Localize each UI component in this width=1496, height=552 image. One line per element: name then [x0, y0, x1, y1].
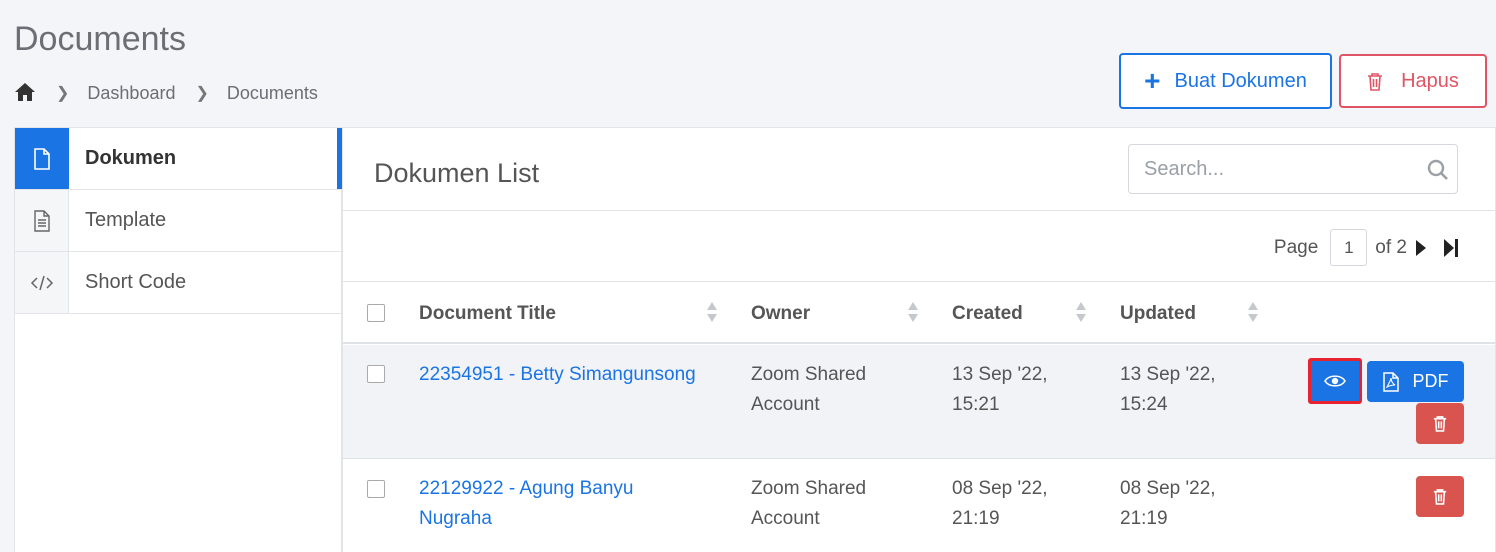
code-icon [15, 252, 69, 313]
table-header: Document Title Owner Created Updated [343, 282, 1495, 344]
sidebar-item-dokumen[interactable]: Dokumen [15, 128, 343, 190]
pdf-label: PDF [1412, 371, 1449, 391]
page-number-input[interactable]: 1 [1330, 229, 1368, 266]
created-time: 21:19 [952, 508, 1000, 529]
sort-icon[interactable] [706, 300, 718, 324]
trash-icon [1433, 416, 1447, 432]
column-header-updated[interactable]: Updated [1120, 303, 1196, 325]
create-document-button[interactable]: + Buat Dokumen [1119, 53, 1332, 109]
sort-icon[interactable] [1247, 300, 1259, 324]
plus-icon: + [1144, 65, 1161, 96]
delete-button[interactable]: Hapus [1339, 54, 1487, 108]
sidebar-item-template[interactable]: Template [15, 190, 341, 252]
page-total-label: of 2 [1375, 236, 1407, 258]
row-checkbox[interactable] [367, 480, 385, 498]
sort-icon[interactable] [907, 300, 919, 324]
pdf-file-icon [1382, 371, 1399, 392]
updated-time: 21:19 [1120, 508, 1168, 529]
updated-cell: 08 Sep '22, 21:19 [1120, 474, 1216, 534]
sidebar-item-label: Template [85, 209, 167, 231]
owner-cell: Zoom Shared Account [751, 360, 866, 420]
chevron-right-icon: ❯ [195, 85, 209, 102]
breadcrumb-documents: Documents [226, 82, 318, 103]
chevron-right-icon: ❯ [56, 85, 70, 102]
table-row: 22129922 - Agung Banyu Nugraha Zoom Shar… [343, 460, 1495, 552]
search-box [1128, 144, 1458, 194]
pagination: Page 1 of 2 [1274, 229, 1459, 266]
last-page-icon[interactable] [1443, 238, 1459, 258]
column-header-owner[interactable]: Owner [751, 303, 810, 325]
view-button[interactable] [1308, 358, 1362, 404]
create-document-label: Buat Dokumen [1174, 69, 1307, 92]
owner-line: Account [751, 394, 820, 415]
column-header-created[interactable]: Created [952, 303, 1023, 325]
home-icon[interactable] [14, 82, 36, 104]
select-all-checkbox[interactable] [367, 304, 385, 322]
delete-row-button[interactable] [1416, 476, 1464, 517]
document-list-panel: Dokumen List Page 1 of 2 Document Title … [342, 127, 1496, 552]
sidebar: Dokumen Template Short Code [14, 127, 343, 552]
owner-line: Account [751, 508, 820, 529]
title-line: 22129922 - Agung Banyu [419, 478, 634, 499]
sort-icon[interactable] [1075, 300, 1087, 324]
search-icon[interactable] [1427, 159, 1449, 186]
updated-time: 15:24 [1120, 394, 1168, 415]
file-text-icon [15, 190, 69, 251]
page-title: Documents [14, 20, 186, 58]
document-title-link[interactable]: 22354951 - Betty Simangunsong [419, 360, 696, 390]
created-time: 15:21 [952, 394, 1000, 415]
trash-icon [1433, 489, 1447, 505]
breadcrumb: ❯ Dashboard ❯ Documents [14, 82, 318, 104]
table-row: 22354951 - Betty Simangunsong Zoom Share… [343, 345, 1495, 459]
document-title-link[interactable]: 22129922 - Agung Banyu Nugraha [419, 474, 633, 534]
sidebar-item-label: Dokumen [85, 147, 177, 169]
sidebar-item-label: Short Code [85, 271, 187, 293]
panel-title: Dokumen List [374, 158, 540, 188]
updated-date: 08 Sep '22, [1120, 478, 1216, 499]
trash-icon [1368, 72, 1383, 91]
eye-icon [1324, 375, 1346, 387]
created-date: 13 Sep '22, [952, 364, 1048, 385]
column-header-title[interactable]: Document Title [419, 303, 556, 325]
next-page-icon[interactable] [1415, 239, 1427, 257]
created-date: 08 Sep '22, [952, 478, 1048, 499]
owner-line: Zoom Shared [751, 364, 867, 385]
breadcrumb-dashboard[interactable]: Dashboard [87, 83, 175, 104]
pdf-button[interactable]: PDF [1367, 361, 1464, 402]
page-label: Page [1273, 236, 1319, 258]
created-cell: 13 Sep '22, 15:21 [952, 360, 1048, 420]
updated-cell: 13 Sep '22, 15:24 [1120, 360, 1216, 420]
owner-cell: Zoom Shared Account [751, 474, 866, 534]
search-input[interactable] [1144, 157, 1414, 181]
delete-row-button[interactable] [1416, 403, 1464, 444]
owner-line: Zoom Shared [751, 478, 867, 499]
created-cell: 08 Sep '22, 21:19 [952, 474, 1048, 534]
file-icon [15, 128, 69, 189]
row-checkbox[interactable] [367, 365, 385, 383]
title-line: Nugraha [419, 508, 492, 529]
sidebar-item-short-code[interactable]: Short Code [15, 252, 341, 314]
delete-label: Hapus [1401, 69, 1459, 92]
divider [343, 210, 1495, 211]
updated-date: 13 Sep '22, [1120, 364, 1216, 385]
